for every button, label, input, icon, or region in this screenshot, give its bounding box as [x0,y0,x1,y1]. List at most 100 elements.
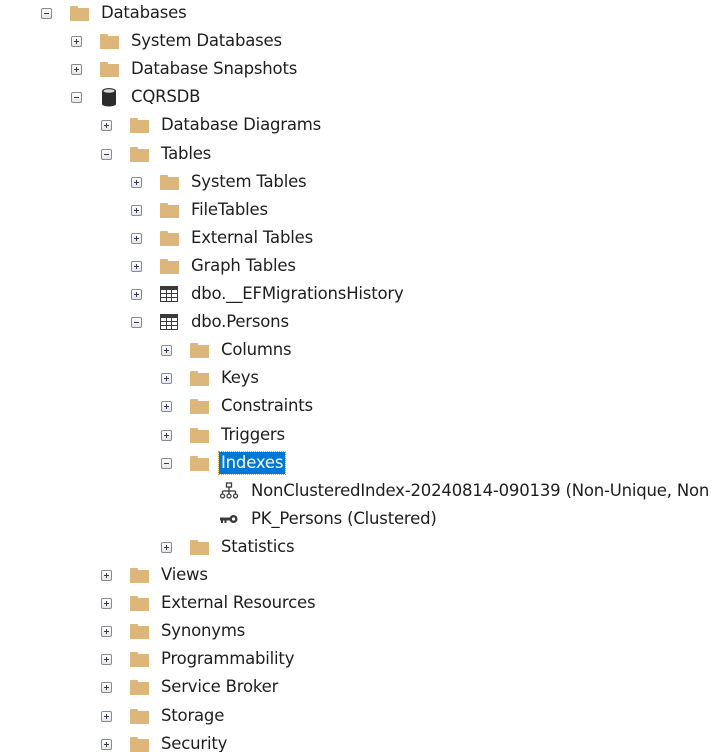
tree-node-dbo-persons[interactable]: dbo.Persons [131,308,291,336]
expand-toggle-icon[interactable] [101,681,112,693]
folder-shape [129,679,149,695]
tree-node-label[interactable]: Storage [159,705,226,727]
folder-icon [189,341,209,359]
tree-node-columns[interactable]: Columns [161,336,293,364]
folder-icon [189,397,209,415]
folder-shape [189,539,209,555]
folder-shape [129,651,149,667]
tree-node-label[interactable]: dbo.Persons [189,311,291,333]
tree-node-tables[interactable]: Tables [101,140,213,168]
collapse-toggle-icon[interactable] [101,148,112,160]
folder-icon [129,145,149,163]
expand-toggle-icon[interactable] [101,625,112,637]
folder-icon [189,369,209,387]
tree-node-dbo-efmigrationshistory[interactable]: dbo.__EFMigrationsHistory [131,280,406,308]
tree-node-label[interactable]: Triggers [219,424,287,446]
collapse-toggle-icon[interactable] [71,91,82,103]
collapse-toggle-icon[interactable] [161,457,172,469]
tree-node-external-resources[interactable]: External Resources [101,589,317,617]
expand-toggle-icon[interactable] [101,738,112,750]
tree-node-label[interactable]: Statistics [219,536,296,558]
tree-node-label[interactable]: FileTables [189,199,270,221]
expand-toggle-icon[interactable] [131,232,142,244]
tree-node-label[interactable]: Programmability [159,648,296,670]
expand-toggle-icon[interactable] [161,541,172,553]
tree-node-database-diagrams[interactable]: Database Diagrams [101,111,323,139]
folder-icon [159,229,179,247]
expand-toggle-icon[interactable] [131,204,142,216]
tree-node-label[interactable]: Indexes [217,451,287,475]
tree-node-keys[interactable]: Keys [161,364,261,392]
tree-node-programmability[interactable]: Programmability [101,645,296,673]
tree-node-label[interactable]: Databases [99,2,189,24]
tree-node-label[interactable]: Security [159,733,229,752]
folder-shape [99,61,119,77]
tree-node-label[interactable]: Database Snapshots [129,58,299,80]
tree-node-external-tables[interactable]: External Tables [131,224,315,252]
tree-node-label[interactable]: dbo.__EFMigrationsHistory [189,283,406,305]
tree-node-label[interactable]: NonClusteredIndex-20240814-090139 (Non-U… [249,480,711,502]
tree-node-database-snapshots[interactable]: Database Snapshots [71,55,299,83]
tree-node-label[interactable]: System Databases [129,30,284,52]
tree-node-graph-tables[interactable]: Graph Tables [131,252,298,280]
collapse-toggle-icon[interactable] [41,7,52,19]
tree-node-label[interactable]: Synonyms [159,620,247,642]
expand-toggle-icon[interactable] [101,653,112,665]
expand-toggle-icon[interactable] [71,63,82,75]
tree-node-label[interactable]: PK_Persons (Clustered) [249,508,439,530]
folder-icon [189,538,209,556]
folder-shape [99,33,119,49]
tree-node-triggers[interactable]: Triggers [161,421,287,449]
expand-toggle-icon[interactable] [161,344,172,356]
folder-shape [159,202,179,218]
tree-node-nonclusteredindex-20240814-090139-non-unique-non[interactable]: NonClusteredIndex-20240814-090139 (Non-U… [191,477,711,505]
expand-toggle-icon[interactable] [131,176,142,188]
nonclustered-index-icon [219,482,239,500]
expand-toggle-icon[interactable] [101,569,112,581]
tree-node-views[interactable]: Views [101,561,210,589]
tree-node-label[interactable]: Constraints [219,395,315,417]
tree-node-label[interactable]: External Resources [159,592,317,614]
folder-icon [189,426,209,444]
folder-shape [189,342,209,358]
tree-node-label[interactable]: Graph Tables [189,255,298,277]
tree-node-label[interactable]: Service Broker [159,676,280,698]
tree-node-cqrsdb[interactable]: CQRSDB [71,83,202,111]
expand-toggle-icon[interactable] [161,372,172,384]
tree-node-synonyms[interactable]: Synonyms [101,617,247,645]
expand-toggle-icon[interactable] [101,119,112,131]
tree-node-security[interactable]: Security [101,730,229,752]
tree-node-system-databases[interactable]: System Databases [71,27,284,55]
expand-toggle-icon[interactable] [101,710,112,722]
tree-node-label[interactable]: Tables [159,143,213,165]
expand-toggle-icon[interactable] [71,35,82,47]
tree-node-indexes[interactable]: Indexes [161,449,287,477]
folder-icon [129,735,149,752]
tree-node-label[interactable]: System Tables [189,171,308,193]
tree-node-service-broker[interactable]: Service Broker [101,673,280,701]
tree-node-label[interactable]: Views [159,564,210,586]
expand-toggle-icon[interactable] [161,429,172,441]
collapse-toggle-icon[interactable] [131,316,142,328]
table-icon [159,313,179,331]
tree-node-constraints[interactable]: Constraints [161,392,315,420]
expand-toggle-icon[interactable] [101,597,112,609]
tree-node-statistics[interactable]: Statistics [161,533,296,561]
expand-toggle-icon[interactable] [131,260,142,272]
tree-node-label[interactable]: Database Diagrams [159,114,323,136]
expand-toggle-icon[interactable] [131,288,142,300]
tree-node-label[interactable]: Keys [219,367,261,389]
tree-node-label[interactable]: Columns [219,339,293,361]
tree-node-label[interactable]: External Tables [189,227,315,249]
folder-icon [159,201,179,219]
tree-node-databases[interactable]: Databases [41,0,189,27]
tree-node-filetables[interactable]: FileTables [131,196,270,224]
primary-key-icon [219,510,239,528]
tree-node-pk-persons-clustered[interactable]: PK_Persons (Clustered) [191,505,439,533]
tree-node-system-tables[interactable]: System Tables [131,168,308,196]
expand-toggle-icon[interactable] [161,400,172,412]
tree-node-storage[interactable]: Storage [101,702,226,730]
tree-node-label[interactable]: CQRSDB [129,86,202,108]
folder-icon [159,257,179,275]
